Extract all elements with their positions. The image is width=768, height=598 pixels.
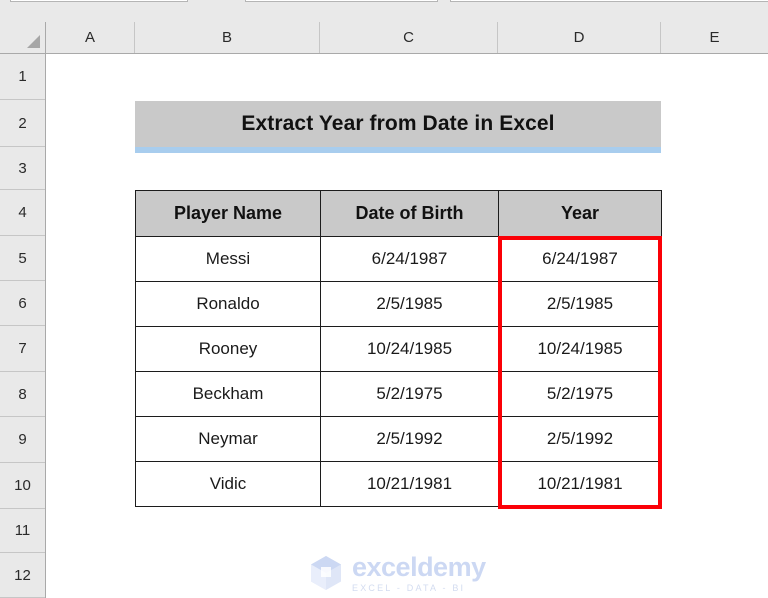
column-header-year: Year (498, 190, 662, 237)
column-header-player-name: Player Name (135, 190, 321, 237)
row-header-10[interactable]: 10 (0, 463, 45, 509)
column-header-e[interactable]: E (661, 22, 768, 53)
row-header-5[interactable]: 5 (0, 236, 45, 281)
row-header-11[interactable]: 11 (0, 509, 45, 553)
cell-date-of-birth[interactable]: 2/5/1985 (320, 281, 499, 327)
cell-year[interactable]: 6/24/1987 (498, 236, 662, 282)
watermark-tagline: EXCEL - DATA - BI (352, 582, 466, 593)
column-header-d[interactable]: D (498, 22, 661, 53)
cell-date-of-birth[interactable]: 10/24/1985 (320, 326, 499, 372)
cell-year[interactable]: 5/2/1975 (498, 371, 662, 417)
table-row[interactable]: Beckham 5/2/1975 5/2/1975 (135, 371, 662, 417)
excel-worksheet-screenshot: A B C D E 1 2 3 4 5 6 7 8 9 10 11 12 Ext… (0, 0, 768, 598)
formula-bar-right[interactable] (450, 0, 768, 2)
watermark-text-block: exceldemy EXCEL - DATA - BI (352, 551, 486, 593)
data-table: Player Name Date of Birth Year Messi 6/2… (135, 190, 662, 507)
chrome-strip (0, 0, 768, 22)
table-row[interactable]: Neymar 2/5/1992 2/5/1992 (135, 416, 662, 462)
title-banner: Extract Year from Date in Excel (135, 101, 661, 147)
cell-player-name[interactable]: Messi (135, 236, 321, 282)
cell-player-name[interactable]: Rooney (135, 326, 321, 372)
table-row[interactable]: Messi 6/24/1987 6/24/1987 (135, 236, 662, 282)
column-header-a[interactable]: A (46, 22, 135, 53)
row-header-1[interactable]: 1 (0, 54, 45, 100)
select-all-triangle-icon (27, 35, 40, 48)
select-all-button[interactable] (0, 22, 46, 53)
table-row[interactable]: Ronaldo 2/5/1985 2/5/1985 (135, 281, 662, 327)
cell-year[interactable]: 2/5/1992 (498, 416, 662, 462)
row-header-7[interactable]: 7 (0, 326, 45, 372)
exceldemy-watermark: exceldemy EXCEL - DATA - BI (306, 549, 516, 597)
row-header-4[interactable]: 4 (0, 190, 45, 236)
cell-player-name[interactable]: Vidic (135, 461, 321, 507)
cell-player-name[interactable]: Ronaldo (135, 281, 321, 327)
name-box[interactable] (10, 0, 188, 2)
worksheet-canvas[interactable]: Extract Year from Date in Excel Player N… (46, 54, 768, 598)
column-header-c[interactable]: C (320, 22, 498, 53)
title-accent-underline (135, 147, 661, 153)
exceldemy-logo-icon (306, 553, 346, 593)
row-header-2[interactable]: 2 (0, 100, 45, 147)
table-row[interactable]: Vidic 10/21/1981 10/21/1981 (135, 461, 662, 507)
cell-year[interactable]: 2/5/1985 (498, 281, 662, 327)
cell-player-name[interactable]: Beckham (135, 371, 321, 417)
cell-date-of-birth[interactable]: 10/21/1981 (320, 461, 499, 507)
row-header-6[interactable]: 6 (0, 281, 45, 326)
column-header-row: A B C D E (0, 22, 768, 54)
cell-player-name[interactable]: Neymar (135, 416, 321, 462)
cell-year[interactable]: 10/24/1985 (498, 326, 662, 372)
row-header-3[interactable]: 3 (0, 147, 45, 190)
column-header-b[interactable]: B (135, 22, 320, 53)
table-row[interactable]: Rooney 10/24/1985 10/24/1985 (135, 326, 662, 372)
cell-date-of-birth[interactable]: 2/5/1992 (320, 416, 499, 462)
table-header-row: Player Name Date of Birth Year (135, 190, 662, 237)
formula-bar-left[interactable] (245, 0, 438, 2)
row-header-9[interactable]: 9 (0, 417, 45, 463)
watermark-brand-name: exceldemy (352, 551, 486, 582)
row-header-column: 1 2 3 4 5 6 7 8 9 10 11 12 (0, 54, 46, 598)
row-header-8[interactable]: 8 (0, 372, 45, 417)
cell-date-of-birth[interactable]: 5/2/1975 (320, 371, 499, 417)
column-header-date-of-birth: Date of Birth (320, 190, 499, 237)
row-header-12[interactable]: 12 (0, 553, 45, 598)
page-title: Extract Year from Date in Excel (241, 112, 555, 135)
cell-date-of-birth[interactable]: 6/24/1987 (320, 236, 499, 282)
cell-year[interactable]: 10/21/1981 (498, 461, 662, 507)
